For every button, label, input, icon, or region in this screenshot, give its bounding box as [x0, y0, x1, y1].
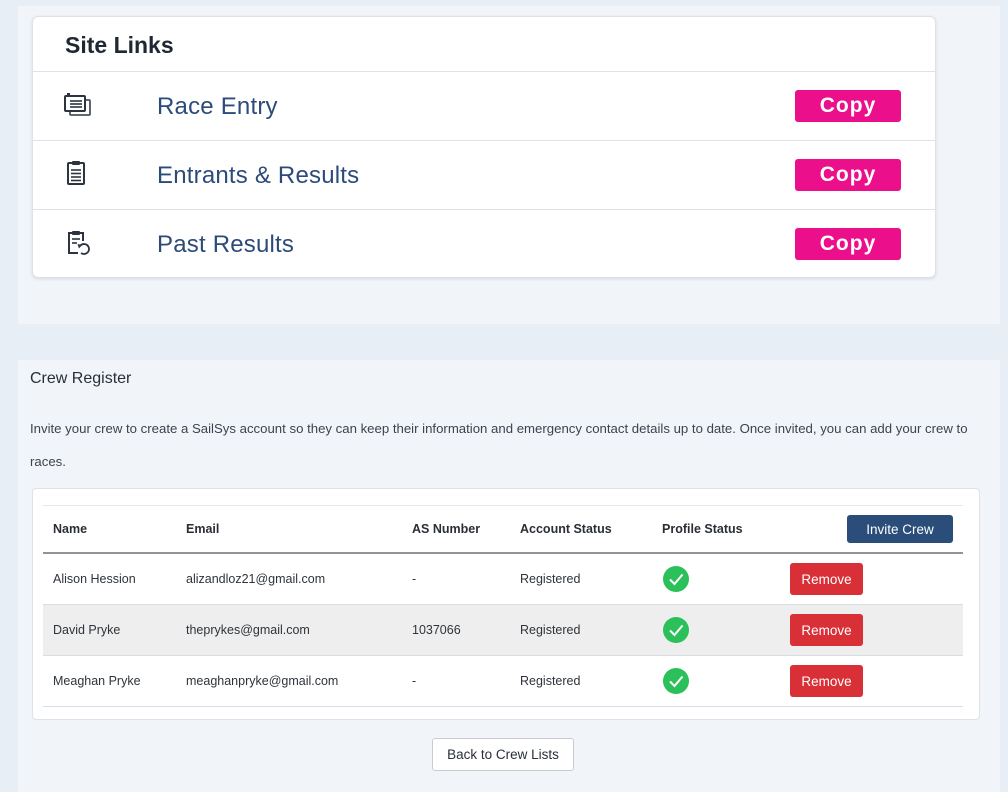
ticket-icon	[61, 90, 93, 120]
check-circle-icon	[662, 616, 690, 644]
cell-actions: Remove	[780, 553, 963, 605]
site-link-label[interactable]: Entrants & Results	[157, 141, 359, 210]
cell-actions: Remove	[780, 604, 963, 656]
crew-register-title: Crew Register	[30, 370, 132, 387]
cell-email: meaghanpryke@gmail.com	[176, 655, 402, 707]
site-link-label[interactable]: Race Entry	[157, 72, 278, 141]
crew-register-description: Invite your crew to create a SailSys acc…	[30, 421, 968, 469]
check-circle-icon	[662, 565, 690, 593]
copy-entrants-results-button[interactable]: Copy	[795, 159, 901, 191]
site-links-panel: Site Links Race Entry Copy Entrants & Re…	[18, 6, 1000, 324]
cell-name: Meaghan Pryke	[43, 655, 176, 707]
invite-crew-button[interactable]: Invite Crew	[847, 515, 953, 543]
table-row: Meaghan Pryke meaghanpryke@gmail.com - R…	[43, 655, 963, 707]
crew-table-card: Name Email AS Number Account Status Prof…	[32, 488, 980, 720]
back-to-crew-lists-button[interactable]: Back to Crew Lists	[432, 738, 574, 771]
site-links-card: Site Links Race Entry Copy Entrants & Re…	[32, 16, 936, 278]
cell-account-status: Registered	[510, 604, 652, 656]
remove-crew-button[interactable]: Remove	[790, 665, 863, 697]
table-row: Alison Hession alizandloz21@gmail.com - …	[43, 553, 963, 605]
column-header-account-status: Account Status	[510, 505, 652, 554]
site-link-past-results: Past Results Copy	[33, 210, 935, 279]
clipboard-list-icon	[61, 159, 93, 189]
copy-past-results-button[interactable]: Copy	[795, 228, 901, 260]
site-link-race-entry: Race Entry Copy	[33, 72, 935, 141]
cell-profile-status	[652, 604, 780, 656]
site-links-title: Site Links	[33, 17, 935, 72]
cell-as-number: 1037066	[402, 604, 510, 656]
cell-profile-status	[652, 655, 780, 707]
table-row: David Pryke theprykes@gmail.com 1037066 …	[43, 604, 963, 656]
column-header-actions: Invite Crew	[780, 505, 963, 554]
column-header-email: Email	[176, 505, 402, 554]
remove-crew-button[interactable]: Remove	[790, 563, 863, 595]
cell-actions: Remove	[780, 655, 963, 707]
cell-account-status: Registered	[510, 655, 652, 707]
cell-profile-status	[652, 553, 780, 605]
cell-as-number: -	[402, 553, 510, 605]
crew-table: Name Email AS Number Account Status Prof…	[43, 505, 963, 707]
column-header-profile-status: Profile Status	[652, 505, 780, 554]
column-header-as-number: AS Number	[402, 505, 510, 554]
column-header-name: Name	[43, 505, 176, 554]
crew-table-header: Name Email AS Number Account Status Prof…	[43, 505, 963, 554]
site-link-entrants-results: Entrants & Results Copy	[33, 141, 935, 210]
cell-account-status: Registered	[510, 553, 652, 605]
check-circle-icon	[662, 667, 690, 695]
site-link-label[interactable]: Past Results	[157, 210, 294, 279]
cell-email: theprykes@gmail.com	[176, 604, 402, 656]
copy-race-entry-button[interactable]: Copy	[795, 90, 901, 122]
cell-email: alizandloz21@gmail.com	[176, 553, 402, 605]
clipboard-history-icon	[61, 228, 93, 258]
cell-name: David Pryke	[43, 604, 176, 656]
cell-name: Alison Hession	[43, 553, 176, 605]
remove-crew-button[interactable]: Remove	[790, 614, 863, 646]
crew-register-panel: Crew Register Invite your crew to create…	[18, 360, 1000, 792]
cell-as-number: -	[402, 655, 510, 707]
